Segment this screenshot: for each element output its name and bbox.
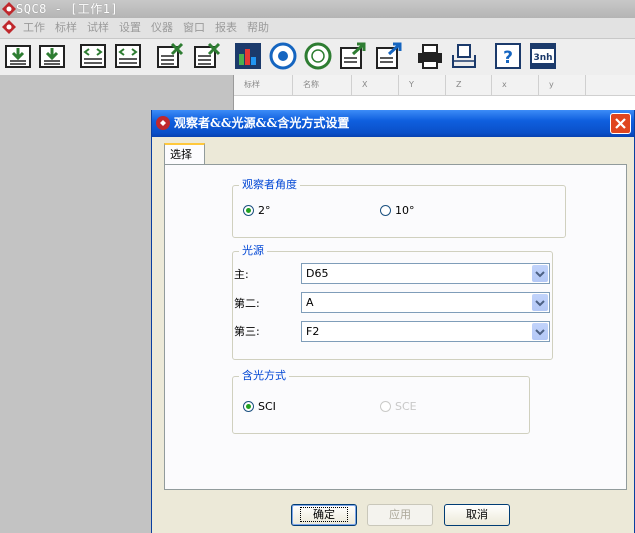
delete-icon[interactable] [156,42,184,70]
second-illuminant-label: 第二: [234,297,260,310]
grid-col-X[interactable]: X [352,75,399,95]
specular-sci-radio[interactable] [243,401,254,412]
specular-group: 含光方式 SCI SCE [232,369,530,434]
primary-illuminant-value: D65 [306,267,329,280]
illuminant-group-label: 光源 [239,244,267,258]
observer-10deg-radio[interactable] [380,205,391,216]
delete-alt-icon[interactable] [193,42,221,70]
observer-2deg-label: 2° [258,204,271,217]
export-icon[interactable] [339,42,367,70]
print-preview-icon[interactable] [450,42,478,70]
third-illuminant-value: F2 [306,325,320,338]
chart-icon[interactable] [234,42,262,70]
ok-button-label: 确定 [300,507,348,522]
menu-item-work[interactable]: 工作 [18,18,50,38]
app-logo-icon [2,2,16,16]
menu-bar: 工作 标样 试样 设置 仪器 窗口 报表 帮助 [0,18,635,39]
dialog-title-bar[interactable]: 观察者&&光源&&含光方式设置 [152,110,634,137]
observer-2deg-radio[interactable] [243,205,254,216]
specular-group-label: 含光方式 [239,369,289,383]
grid-col-Y[interactable]: Y [399,75,446,95]
dialog-logo-icon [156,116,170,130]
target-icon[interactable] [269,42,297,70]
grid-col-name[interactable]: 名称 [293,75,352,95]
ok-button[interactable]: 确定 [291,504,357,526]
menu-item-instrument[interactable]: 仪器 [146,18,178,38]
3nh-icon[interactable]: 3nh [529,42,557,70]
observer-2deg-option[interactable]: 2° [243,204,271,217]
cancel-button[interactable]: 取消 [444,504,510,526]
third-illuminant-label: 第三: [234,325,260,338]
chevron-down-icon [535,271,545,278]
print-icon[interactable] [416,42,444,70]
dialog-title: 观察者&&光源&&含光方式设置 [174,116,350,130]
grid-col-Z[interactable]: Z [446,75,492,95]
chevron-down-icon [535,329,545,336]
import-std-icon[interactable] [4,42,32,70]
menu-item-report[interactable]: 报表 [210,18,242,38]
observer-group-label: 观察者角度 [239,178,300,192]
specular-sce-label: SCE [395,400,417,413]
tab-select[interactable]: 选择 [164,143,205,165]
3nh-icon-label: 3nh [533,53,552,63]
settings-dialog: 观察者&&光源&&含光方式设置 选择 观察者角度 2° 10° 光源 主: D6… [151,110,635,533]
menu-item-sample[interactable]: 试样 [82,18,114,38]
close-icon [615,118,626,129]
apply-button: 应用 [367,504,433,526]
observer-10deg-label: 10° [395,204,415,217]
help-icon[interactable]: ? [494,42,522,70]
specular-sci-label: SCI [258,400,276,413]
primary-dropdown-button[interactable] [532,265,548,282]
third-dropdown-button[interactable] [532,323,548,340]
specular-sci-option[interactable]: SCI [243,400,276,413]
close-button[interactable] [610,113,631,134]
observer-group: 观察者角度 2° 10° [232,178,566,238]
second-dropdown-button[interactable] [532,294,548,311]
second-illuminant-select[interactable]: A [301,292,550,313]
menu-item-window[interactable]: 窗口 [178,18,210,38]
toolbar: ? 3nh [0,39,635,75]
primary-illuminant-label: 主: [234,268,249,281]
menu-item-standard[interactable]: 标样 [50,18,82,38]
grid-col-y[interactable]: y [539,75,586,95]
menu-item-settings[interactable]: 设置 [114,18,146,38]
observer-10deg-option[interactable]: 10° [380,204,415,217]
chevron-down-icon [535,300,545,307]
grid-header: 标样 名称 X Y Z x y [234,75,635,96]
export-alt-icon[interactable] [375,42,403,70]
grid-col-standard[interactable]: 标样 [234,75,293,95]
third-illuminant-select[interactable]: F2 [301,321,550,342]
menu-item-help[interactable]: 帮助 [242,18,274,38]
app-title-bar: SQC8 - [工作1] [0,0,635,18]
app-title: SQC8 - [工作1] [16,2,119,16]
help-icon-label: ? [503,48,513,68]
specular-sce-option: SCE [380,400,417,413]
second-illuminant-value: A [306,296,314,309]
grid-col-x[interactable]: x [492,75,539,95]
menu-logo-icon[interactable] [2,20,16,34]
tab-panel: 观察者角度 2° 10° 光源 主: D65 第二: A 第三: F2 含光方式… [164,164,627,490]
import-sample-icon[interactable] [38,42,66,70]
specular-sce-radio [380,401,391,412]
compare-icon[interactable] [79,42,107,70]
circle-icon[interactable] [304,42,332,70]
primary-illuminant-select[interactable]: D65 [301,263,550,284]
compare-alt-icon[interactable] [114,42,142,70]
